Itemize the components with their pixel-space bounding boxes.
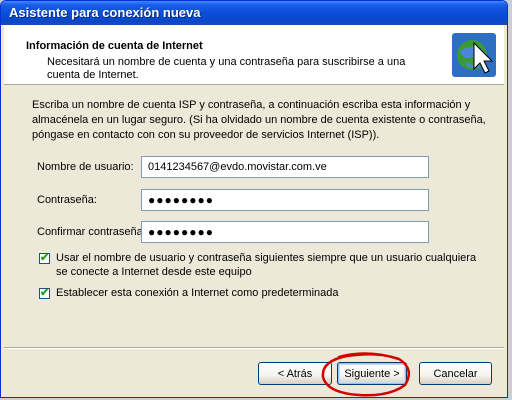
- confirm-password-field[interactable]: [141, 221, 429, 243]
- password-field[interactable]: [141, 189, 429, 211]
- window-title: Asistente para conexión nueva: [9, 5, 201, 20]
- header-description: Necesitará un nombre de cuenta y una con…: [47, 56, 406, 81]
- wizard-window: Asistente para conexión nueva Informació…: [0, 0, 508, 398]
- username-label: Nombre de usuario:: [37, 161, 134, 173]
- username-field[interactable]: [141, 156, 429, 178]
- password-label: Contraseña:: [37, 194, 97, 206]
- use-for-all-users-label[interactable]: Usar el nombre de usuario y contraseña s…: [56, 251, 486, 279]
- default-connection-checkbox[interactable]: ✔: [39, 287, 50, 299]
- cancel-button[interactable]: Cancelar: [419, 362, 492, 385]
- next-button[interactable]: Siguiente >: [337, 362, 407, 385]
- use-for-all-users-checkbox[interactable]: ✔: [39, 252, 50, 264]
- wizard-body: Escriba un nombre de cuenta ISP y contra…: [4, 85, 504, 347]
- title-bar[interactable]: Asistente para conexión nueva: [1, 1, 507, 25]
- button-separator: [4, 347, 504, 349]
- instructions-text: Escriba un nombre de cuenta ISP y contra…: [32, 99, 486, 141]
- back-button[interactable]: < Atrás: [258, 362, 332, 385]
- confirm-password-label: Confirmar contraseña:: [37, 226, 146, 238]
- default-connection-label[interactable]: Establecer esta conexión a Internet como…: [56, 286, 486, 300]
- checkmark-icon: ✔: [40, 287, 50, 299]
- connection-wizard-icon: [452, 33, 496, 77]
- checkmark-icon: ✔: [40, 252, 50, 264]
- wizard-header: Información de cuenta de Internet Necesi…: [4, 25, 504, 85]
- header-title: Información de cuenta de Internet: [26, 40, 203, 52]
